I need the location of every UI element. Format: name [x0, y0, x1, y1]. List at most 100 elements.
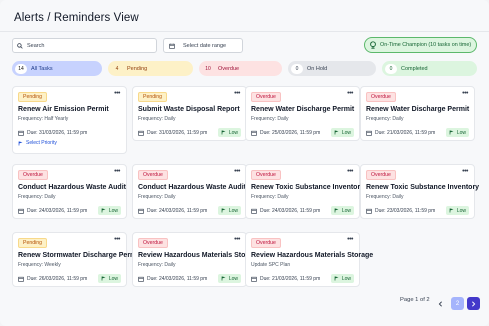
- tab-completed[interactable]: 0 Completed: [382, 61, 477, 76]
- flag-icon: [221, 130, 226, 135]
- priority-badge[interactable]: Low: [330, 206, 354, 215]
- task-frequency: Frequency: Daily: [18, 194, 56, 200]
- calendar-icon: [251, 130, 257, 136]
- more-options-icon[interactable]: •••: [347, 90, 353, 97]
- flag-icon: [221, 208, 226, 213]
- task-frequency: Frequency: Daily: [138, 262, 176, 268]
- tab-count: 10: [205, 65, 211, 72]
- flag-icon: [101, 276, 106, 281]
- priority-text: Low: [456, 129, 466, 136]
- task-card[interactable]: Overdue ••• Renew Water Discharge Permit Fr…: [245, 86, 360, 141]
- tab-label: Completed: [401, 65, 428, 72]
- tab-label: Pending: [127, 65, 148, 72]
- calendar-icon: [18, 130, 24, 136]
- calendar-icon: [251, 208, 257, 214]
- status-badge: Overdue: [138, 238, 168, 248]
- task-card[interactable]: Pending ••• Renew Air Emission Permit Frequ…: [12, 86, 127, 154]
- priority-badge[interactable]: Low: [217, 206, 241, 215]
- priority-text: Low: [228, 275, 238, 282]
- more-options-icon[interactable]: •••: [114, 236, 120, 243]
- search-input[interactable]: Search: [12, 38, 157, 53]
- calendar-icon: [251, 276, 257, 282]
- task-card[interactable]: Overdue ••• Renew Water Discharge Permit Fr…: [360, 86, 475, 141]
- flag-icon: [449, 208, 454, 213]
- flag-icon: [334, 130, 339, 135]
- search-placeholder: Search: [27, 42, 45, 49]
- priority-badge[interactable]: Low: [330, 128, 354, 137]
- task-title: Review Hazardous Materials Storage: [138, 252, 261, 259]
- priority-badge[interactable]: Low: [97, 206, 121, 215]
- tab-overdue[interactable]: 10 Overdue: [199, 61, 282, 76]
- due-text: Due: 31/03/2026, 11:59 pm: [27, 130, 88, 136]
- next-page-button[interactable]: [467, 297, 480, 310]
- priority-badge[interactable]: Low: [445, 206, 469, 215]
- tab-count: 4: [115, 65, 119, 72]
- chevron-right-icon: [472, 300, 476, 307]
- tab-count: 0: [291, 63, 303, 74]
- task-card[interactable]: Overdue ••• Review Hazardous Materials Sto…: [132, 232, 260, 287]
- task-card[interactable]: Overdue ••• Conduct Hazardous Waste Audit F…: [132, 164, 247, 219]
- on-time-champion-badge: On-Time Champion (10 tasks on time): [364, 37, 477, 53]
- search-icon: [17, 42, 23, 49]
- prev-page-button[interactable]: [434, 297, 447, 310]
- priority-badge[interactable]: Low: [217, 274, 241, 283]
- calendar-icon: [169, 43, 175, 49]
- status-badge: Pending: [18, 238, 48, 248]
- priority-text: Low: [228, 129, 238, 136]
- tab-count: 0: [385, 63, 397, 74]
- due-text: Due: 23/03/2026, 11:59 pm: [375, 208, 436, 214]
- flag-icon: [334, 208, 339, 213]
- priority-badge[interactable]: Low: [217, 128, 241, 137]
- priority-text: Low: [108, 275, 118, 282]
- more-options-icon[interactable]: •••: [114, 90, 120, 97]
- priority-badge[interactable]: Low: [445, 128, 469, 137]
- flag-icon: [101, 208, 106, 213]
- due-text: Due: 25/03/2026, 11:59 pm: [260, 130, 321, 136]
- due-text: Due: 21/03/2026, 11:59 pm: [375, 130, 436, 136]
- priority-text: Low: [228, 207, 238, 214]
- more-options-icon[interactable]: •••: [347, 236, 353, 243]
- task-title: Renew Toxic Substance Inventory: [366, 184, 480, 191]
- more-options-icon[interactable]: •••: [462, 168, 468, 175]
- task-title: Renew Air Emission Permit: [18, 106, 109, 113]
- status-badge: Overdue: [138, 170, 168, 180]
- select-priority-label: Select Priority: [26, 140, 57, 146]
- priority-badge[interactable]: Low: [330, 274, 354, 283]
- task-title: Renew Stormwater Discharge Permit: [18, 252, 141, 259]
- more-options-icon[interactable]: •••: [234, 168, 240, 175]
- date-range-picker[interactable]: Select date range: [163, 38, 243, 53]
- chevron-left-icon: [438, 300, 442, 307]
- tab-on-hold[interactable]: 0 On Hold: [288, 61, 376, 76]
- more-options-icon[interactable]: •••: [234, 236, 240, 243]
- more-options-icon[interactable]: •••: [462, 90, 468, 97]
- task-card[interactable]: Overdue ••• Review Hazardous Materials Sto…: [245, 232, 373, 287]
- trophy-icon: [370, 41, 376, 49]
- pagination-label: Page 1 of 2: [400, 297, 430, 303]
- more-options-icon[interactable]: •••: [114, 168, 120, 175]
- tab-count: 14: [15, 63, 27, 74]
- task-due-date: Due: 25/03/2026, 11:59 pm: [251, 130, 320, 136]
- task-card[interactable]: Pending ••• Renew Stormwater Discharge Per…: [12, 232, 141, 287]
- task-frequency: Frequency: Daily: [251, 194, 289, 200]
- task-card[interactable]: Overdue ••• Conduct Hazardous Waste Audit F…: [12, 164, 127, 219]
- task-due-date: Due: 23/03/2026, 11:59 pm: [366, 208, 435, 214]
- task-title: Review Hazardous Materials Storage: [251, 252, 374, 259]
- status-badge: Overdue: [251, 92, 281, 102]
- task-card[interactable]: Overdue ••• Renew Toxic Substance Inventor…: [360, 164, 479, 219]
- task-title: Conduct Hazardous Waste Audit: [138, 184, 246, 191]
- status-badge: Overdue: [366, 170, 396, 180]
- tab-pending[interactable]: 4 Pending: [108, 61, 193, 76]
- priority-badge[interactable]: Low: [97, 274, 121, 283]
- task-due-date: Due: 24/03/2026, 11:59 pm: [18, 208, 87, 214]
- select-priority-button[interactable]: Select Priority: [18, 140, 57, 146]
- page-button-current[interactable]: 2: [451, 297, 464, 310]
- task-card[interactable]: Pending ••• Submit Waste Disposal Report Fr…: [132, 86, 247, 141]
- task-due-date: Due: 21/03/2026, 11:59 pm: [251, 276, 320, 282]
- task-due-date: Due: 31/03/2026, 11:59 pm: [138, 130, 207, 136]
- task-card[interactable]: Overdue ••• Renew Toxic Substance Inventor…: [245, 164, 364, 219]
- tab-all-tasks[interactable]: 14 All Tasks: [12, 61, 102, 76]
- more-options-icon[interactable]: •••: [234, 90, 240, 97]
- priority-text: Low: [341, 129, 351, 136]
- champion-text: On-Time Champion (10 tasks on time): [380, 42, 472, 48]
- more-options-icon[interactable]: •••: [347, 168, 353, 175]
